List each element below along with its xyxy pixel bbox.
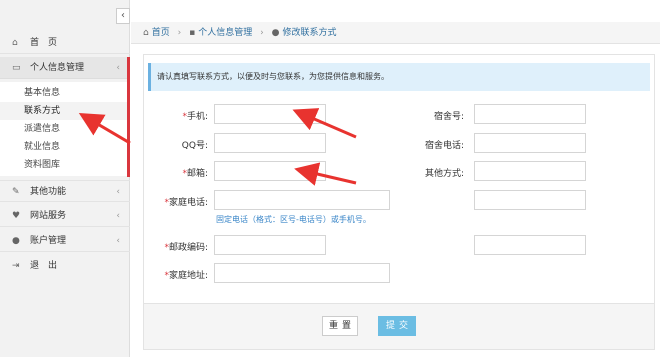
active-section-indicator — [127, 57, 130, 177]
monitor-icon: ▭ — [12, 63, 21, 73]
heart-icon: ♥ — [12, 211, 21, 221]
other-contact-input[interactable] — [474, 161, 586, 181]
chevron-left-icon: ‹ — [116, 236, 120, 246]
dorm-phone-input[interactable] — [474, 133, 586, 153]
sidebar-item-account[interactable]: ● 账户管理 ‹ — [0, 230, 130, 252]
sidebar-submenu: 基本信息 联系方式 派遣信息 就业信息 资料图库 — [0, 57, 130, 177]
logout-icon: ⇥ — [12, 261, 20, 271]
address-label: *家庭地址: — [164, 271, 208, 281]
form-footer: 重置 提交 — [144, 303, 654, 349]
other-contact-label: 其他方式: — [424, 169, 464, 179]
sidebar-subitem-basic-info[interactable]: 基本信息 — [24, 84, 60, 102]
breadcrumb-current-page: 修改联系方式 — [282, 28, 337, 38]
reset-button[interactable]: 重置 — [322, 316, 358, 336]
email-input[interactable] — [214, 161, 326, 181]
email-label: *邮箱: — [182, 169, 208, 179]
extra-input-2[interactable] — [474, 235, 586, 255]
sidebar-subitem-gallery[interactable]: 资料图库 — [24, 156, 60, 174]
qq-label: QQ号: — [181, 141, 208, 151]
chevron-left-icon: ‹ — [116, 187, 120, 197]
dorm-number-input[interactable] — [474, 104, 586, 124]
briefcase-icon: ▪ — [189, 28, 196, 38]
breadcrumb: ⌂ 首页 › ▪ 个人信息管理 › ● 修改联系方式 — [131, 22, 660, 44]
breadcrumb-section-link[interactable]: 个人信息管理 — [198, 22, 252, 44]
sidebar-subitem-contact[interactable]: 联系方式 — [0, 102, 127, 120]
sidebar-subitem-dispatch-info[interactable]: 派遣信息 — [24, 120, 60, 138]
sidebar-item-web-service[interactable]: ♥ 网站服务 ‹ — [0, 205, 130, 227]
chevron-left-icon: ‹ — [116, 211, 120, 221]
breadcrumb-separator: › — [177, 28, 182, 38]
sidebar-item-label: 退 出 — [30, 261, 58, 271]
mobile-label: *手机: — [182, 112, 208, 122]
contact-form-panel: 请认真填写联系方式，以便及时与您联系，为您提供信息和服务。 *手机: QQ号: … — [143, 54, 655, 350]
sidebar-item-home[interactable]: ⌂ 首 页 — [0, 32, 130, 54]
sidebar-item-label: 网站服务 — [30, 211, 67, 221]
sidebar-item-label: 个人信息管理 — [30, 63, 85, 73]
user-icon: ● — [12, 236, 20, 246]
breadcrumb-home-link[interactable]: 首页 — [152, 22, 170, 44]
home-icon: ⌂ — [12, 38, 18, 48]
home-phone-label: *家庭电话: — [164, 198, 208, 208]
user-icon: ● — [271, 28, 280, 38]
postcode-input[interactable] — [214, 235, 326, 255]
sidebar-item-other[interactable]: ✎ 其他功能 ‹ — [0, 180, 130, 202]
sidebar-item-label: 其他功能 — [30, 187, 67, 197]
edit-icon: ✎ — [12, 187, 20, 197]
sidebar-item-label: 账户管理 — [30, 236, 67, 246]
mobile-input[interactable] — [214, 104, 326, 124]
chevron-left-icon: ‹ — [116, 63, 120, 73]
dorm-phone-label: 宿舍电话: — [424, 141, 464, 151]
extra-input-1[interactable] — [474, 190, 586, 210]
sidebar: ‹ ⌂ 首 页 ▭ 个人信息管理 ‹ 基本信息 联系方式 派遣信息 就业信息 资料图… — [0, 0, 130, 357]
dorm-number-label: 宿舍号: — [433, 112, 464, 122]
sidebar-subitem-employment-info[interactable]: 就业信息 — [24, 138, 60, 156]
submit-button[interactable]: 提交 — [378, 316, 416, 336]
postcode-label: *邮政编码: — [164, 243, 208, 253]
sidebar-item-label: 首 页 — [30, 38, 58, 48]
home-phone-input[interactable] — [214, 190, 390, 210]
form-notice: 请认真填写联系方式，以便及时与您联系，为您提供信息和服务。 — [148, 63, 650, 91]
home-icon: ⌂ — [143, 28, 149, 38]
address-input[interactable] — [214, 263, 390, 283]
home-phone-hint: 固定电话（格式：区号-电话号）或手机号。 — [216, 215, 371, 224]
sidebar-item-personal-info[interactable]: ▭ 个人信息管理 ‹ — [0, 57, 130, 79]
sidebar-collapse-button[interactable]: ‹ — [116, 8, 130, 24]
sidebar-item-logout[interactable]: ⇥ 退 出 — [0, 255, 130, 277]
breadcrumb-separator: › — [260, 28, 264, 38]
qq-input[interactable] — [214, 133, 326, 153]
